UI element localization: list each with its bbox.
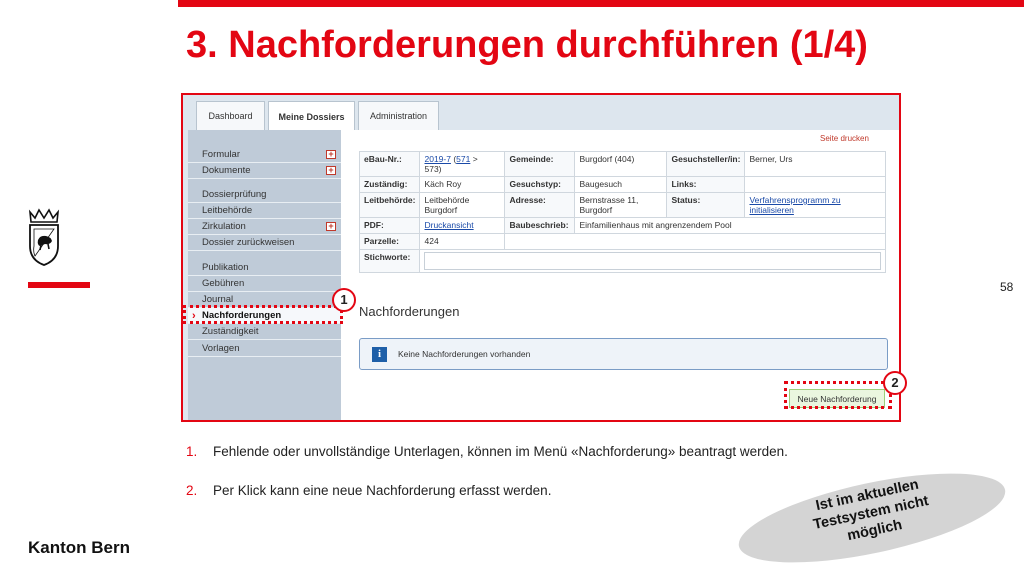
baubeschrieb-value: Einfamilienhaus mit angrenzendem Pool xyxy=(574,217,886,234)
sidebar-item-label: Journal xyxy=(202,294,234,305)
sidebar-item-formular[interactable]: Formular + xyxy=(188,147,341,163)
leitbehoerde-value: Leitbehörde Burgdorf xyxy=(419,192,506,218)
adresse-value: Bernstrasse 11, Burgdorf xyxy=(574,192,668,218)
gemeinde-value: Burgdorf (404) xyxy=(574,151,668,177)
pdf-label: PDF: xyxy=(358,217,421,234)
app-screenshot: Dashboard Meine Dossiers Administration … xyxy=(181,93,901,422)
ebau-value: 2019-7 (571 >573) xyxy=(419,151,506,177)
main-content: Seite drucken eBau-Nr.: 2019-7 (571 >573… xyxy=(341,130,899,420)
callout-badge-2: 2 xyxy=(883,371,907,395)
sidebar-item-vorlagen[interactable]: Vorlagen xyxy=(188,341,341,357)
sidebar-item-dossier-zurueckweisen[interactable]: Dossier zurückweisen xyxy=(188,235,341,251)
stichworte-label: Stichworte: xyxy=(358,249,421,273)
tab-dashboard[interactable]: Dashboard xyxy=(196,101,265,130)
zustaendig-value: Käch Roy xyxy=(419,176,506,193)
status-value: Verfahrensprogramm zu initialisieren xyxy=(744,192,886,218)
sidebar-item-zustaendigkeit[interactable]: Zuständigkeit xyxy=(188,324,341,340)
status-label: Status: xyxy=(666,192,746,218)
highlight-box-2 xyxy=(784,381,892,409)
baubeschrieb-label: Baubeschrieb: xyxy=(504,217,576,234)
sidebar-item-zirkulation[interactable]: Zirkulation + xyxy=(188,219,341,235)
sidebar-item-label: Dossier zurückweisen xyxy=(202,237,295,248)
sidebar-item-label: Gebühren xyxy=(202,278,245,289)
note-item: 2. Per Klick kann eine neue Nachforderung… xyxy=(186,483,788,503)
pdf-value: Druckansicht xyxy=(419,217,506,234)
gesuchstyp-value: Baugesuch xyxy=(574,176,668,193)
info-icon: i xyxy=(372,347,387,362)
gesuchsteller-label: Gesuchsteller/in: xyxy=(666,151,746,177)
ebau-label: eBau-Nr.: xyxy=(358,151,421,177)
top-accent-bar xyxy=(178,0,1024,7)
note-item: 1. Fehlende oder unvollständige Unterlage… xyxy=(186,444,788,464)
sidebar-item-label: Formular xyxy=(202,149,241,160)
parzelle-empty xyxy=(504,233,886,250)
note-text: Fehlende oder unvollständige Unterlagen,… xyxy=(213,444,788,459)
note-text: Per Klick kann eine neue Nachforderung e… xyxy=(213,483,552,498)
sidebar: Formular + Dokumente + Dossierprüfung Leit… xyxy=(188,130,341,420)
sidebar-item-label: Leitbehörde xyxy=(202,205,253,216)
page-number: 58 xyxy=(1000,280,1014,294)
parzelle-label: Parzelle: xyxy=(358,233,421,250)
sidebar-item-label: Publikation xyxy=(202,262,249,273)
callout-badge-1: 1 xyxy=(332,288,356,312)
gesuchsteller-value: Berner, Urs xyxy=(744,151,886,177)
ebau-rest: 573) xyxy=(424,164,442,174)
sidebar-item-label: Zirkulation xyxy=(202,221,246,232)
stichworte-input[interactable] xyxy=(424,252,881,270)
tab-meine-dossiers[interactable]: Meine Dossiers xyxy=(268,101,355,131)
ebau-separator: > xyxy=(472,154,478,164)
sidebar-item-dossierpruefung[interactable]: Dossierprüfung xyxy=(188,187,341,203)
sidebar-item-leitbehoerde[interactable]: Leitbehörde xyxy=(188,203,341,219)
expand-icon[interactable]: + xyxy=(326,150,336,159)
note-number: 1. xyxy=(186,444,198,459)
sidebar-item-gebuehren[interactable]: Gebühren xyxy=(188,276,341,292)
organization-name: Kanton Bern xyxy=(28,538,130,557)
logo-underline xyxy=(28,282,90,288)
links-label: Links: xyxy=(666,176,746,193)
gesuchstyp-label: Gesuchstyp: xyxy=(504,176,576,193)
stichworte-cell xyxy=(419,249,886,273)
info-message: Keine Nachforderungen vorhanden xyxy=(398,349,531,359)
highlight-box-1 xyxy=(183,305,343,324)
ebau-link-571[interactable]: 571 xyxy=(456,154,470,164)
tab-bar: Dashboard Meine Dossiers Administration xyxy=(183,95,899,131)
notes-list: 1. Fehlende oder unvollständige Unterlage… xyxy=(186,444,788,522)
leitbehoerde-label: Leitbehörde: xyxy=(358,192,421,218)
sidebar-item-label: Dokumente xyxy=(202,165,251,176)
sidebar-item-label: Dossierprüfung xyxy=(202,189,267,200)
print-page-link[interactable]: Seite drucken xyxy=(820,134,869,143)
sidebar-item-publikation[interactable]: Publikation xyxy=(188,260,341,276)
sidebar-item-dokumente[interactable]: Dokumente + xyxy=(188,163,341,179)
expand-icon[interactable]: + xyxy=(326,166,336,175)
links-value xyxy=(744,176,886,193)
sidebar-item-label: Vorlagen xyxy=(202,343,240,354)
tab-administration[interactable]: Administration xyxy=(358,101,439,130)
bern-crest-icon xyxy=(28,208,60,266)
note-number: 2. xyxy=(186,483,198,498)
adresse-label: Adresse: xyxy=(504,192,576,218)
parzelle-value: 424 xyxy=(419,233,506,250)
gemeinde-label: Gemeinde: xyxy=(504,151,576,177)
ebau-link[interactable]: 2019-7 xyxy=(424,154,450,164)
slide-title: 3. Nachforderungen durchführen (1/4) xyxy=(186,24,868,66)
dossier-info-table: eBau-Nr.: 2019-7 (571 >573) Gemeinde: Bu… xyxy=(358,151,886,273)
sidebar-item-label: Zuständigkeit xyxy=(202,326,259,337)
expand-icon[interactable]: + xyxy=(326,222,336,231)
druckansicht-link[interactable]: Druckansicht xyxy=(424,220,473,230)
section-title: Nachforderungen xyxy=(359,304,460,319)
status-link[interactable]: Verfahrensprogramm zu initialisieren xyxy=(749,195,840,215)
info-message-box: i Keine Nachforderungen vorhanden xyxy=(359,338,888,370)
zustaendig-label: Zuständig: xyxy=(358,176,421,193)
